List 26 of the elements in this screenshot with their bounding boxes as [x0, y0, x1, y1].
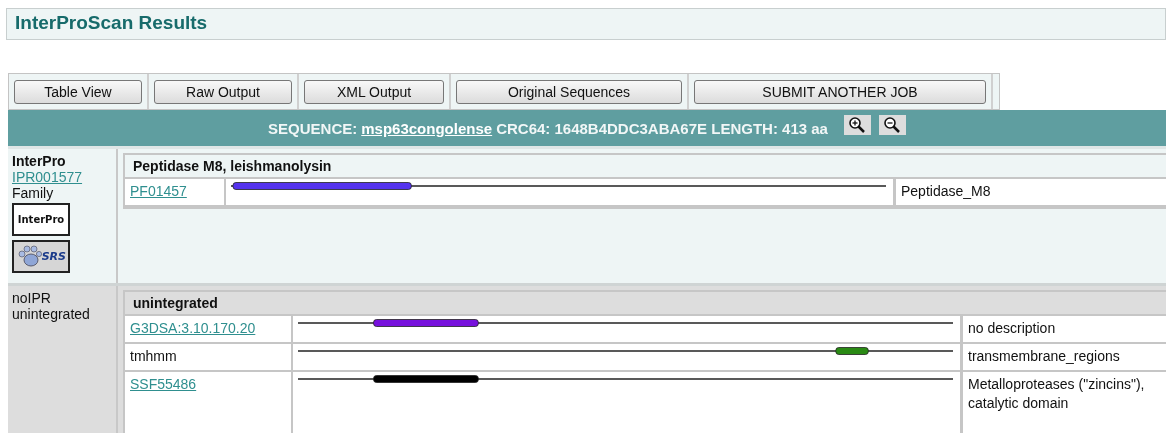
sequence-details: CRC64: 1648B4DDC3ABA67E LENGTH: 413 aa	[496, 119, 828, 137]
match-description: Metalloproteases ("zincins"), catalytic domain	[967, 375, 1146, 413]
match-description: Peptidase_M8	[900, 182, 992, 201]
paw-icon	[15, 244, 42, 269]
zoom-in-icon[interactable]	[843, 115, 871, 135]
match-link[interactable]: PF01457	[130, 183, 187, 199]
table-cell: tmhmm	[125, 344, 293, 370]
page-title: InterProScan Results	[6, 8, 1166, 40]
match-link[interactable]: SSF55486	[130, 376, 197, 392]
database-label: InterPro	[12, 153, 66, 169]
sequence-label: SEQUENCE:	[268, 119, 358, 137]
srs-logo-link[interactable]: SRS	[12, 240, 70, 273]
interpro-logo-link[interactable]: InterPro	[12, 203, 70, 236]
view-button[interactable]: Table View	[14, 79, 142, 104]
zoom-out-icon[interactable]	[878, 115, 906, 135]
entry-type: Family	[12, 185, 54, 201]
view-button[interactable]: Original Sequences	[456, 79, 682, 104]
entry-link[interactable]: IPR001577	[12, 169, 83, 185]
database-label: noIPR	[12, 290, 51, 306]
match-description: no description	[967, 319, 1057, 338]
submit-job-button[interactable]: SUBMIT ANOTHER JOB	[694, 79, 986, 104]
view-button[interactable]: Raw Output	[154, 79, 292, 104]
entry-type: unintegrated	[12, 306, 90, 322]
view-button[interactable]: XML Output	[304, 79, 444, 104]
match-description: transmembrane_regions	[967, 347, 1121, 366]
match-link[interactable]: G3DSA:3.10.170.20	[130, 320, 256, 336]
